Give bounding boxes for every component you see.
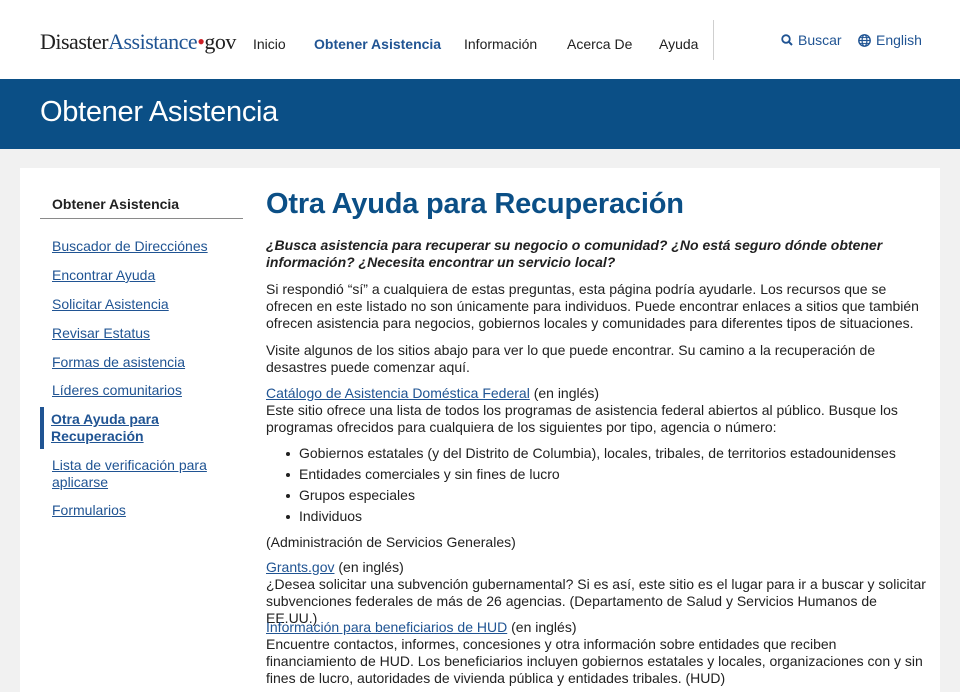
page-title: Otra Ayuda para Recuperación <box>266 188 684 220</box>
resource-lang: (en inglés) <box>334 559 404 575</box>
sidebar-item-solicitar[interactable]: Solicitar Asistencia <box>52 296 169 313</box>
logo-part-gov: gov <box>204 29 236 54</box>
sidebar-divider <box>40 218 243 219</box>
list-item: Grupos especiales <box>272 487 912 508</box>
sidebar-item-formularios[interactable]: Formularios <box>52 502 126 519</box>
sidebar-item-encontrar-ayuda[interactable]: Encontrar Ayuda <box>52 267 155 284</box>
sidebar-item-lideres[interactable]: Líderes comunitarios <box>52 382 182 399</box>
site-logo[interactable]: DisasterAssistance•gov <box>40 29 236 55</box>
nav-acerca-de[interactable]: Acerca De <box>567 36 632 52</box>
main-content: Otra Ayuda para Recuperación <box>266 186 926 222</box>
resource-link-cfda[interactable]: Catálogo de Asistencia Doméstica Federal <box>266 385 530 401</box>
nav-informacion[interactable]: Información <box>464 36 537 52</box>
sidebar-item-formas[interactable]: Formas de asistencia <box>52 354 185 371</box>
sidebar-item-buscador[interactable]: Buscador de Direcciónes <box>52 238 208 255</box>
nav-inicio[interactable]: Inicio <box>253 36 286 52</box>
logo-part-assistance: Assistance <box>108 29 198 54</box>
resource-grants: Grants.gov (en inglés) ¿Desea solicitar … <box>266 559 926 627</box>
nav-divider <box>713 20 714 60</box>
sidebar-active-indicator <box>40 407 44 449</box>
resource-source: (Administración de Servicios Generales) <box>266 534 516 550</box>
search-label: Buscar <box>798 32 842 48</box>
resource-hud: Información para beneficiarios de HUD (e… <box>266 619 926 687</box>
sidebar-title: Obtener Asistencia <box>52 196 180 212</box>
sidebar-item-label: aplicarse <box>52 474 109 490</box>
language-label: English <box>876 32 922 48</box>
resource-bullet-list: Gobiernos estatales (y del Distrito de C… <box>272 445 912 529</box>
nav-obtener-asistencia[interactable]: Obtener Asistencia <box>314 36 441 52</box>
site-header: DisasterAssistance•gov Inicio Obtener As… <box>0 0 960 79</box>
resource-link-hud[interactable]: Información para beneficiarios de HUD <box>266 619 507 635</box>
logo-part-disaster: Disaster <box>40 29 109 54</box>
resource-lang: (en inglés) <box>529 385 600 401</box>
resource-lang: (en inglés) <box>507 619 577 635</box>
sidebar-item-label: Lista de verificación para <box>52 457 207 473</box>
list-item: Entidades comerciales y sin fines de luc… <box>272 466 912 487</box>
sidebar-item-label: Otra Ayuda para <box>51 411 159 427</box>
list-item: Individuos <box>272 508 912 529</box>
search-button[interactable]: Buscar <box>781 32 842 48</box>
resource-cfda: Catálogo de Asistencia Doméstica Federal… <box>266 385 926 436</box>
page-banner: Obtener Asistencia <box>0 79 960 149</box>
globe-icon <box>858 33 871 47</box>
banner-title: Obtener Asistencia <box>40 96 279 128</box>
sidebar-item-otra-ayuda[interactable]: Otra Ayuda para Recuperación <box>51 411 159 445</box>
nav-ayuda[interactable]: Ayuda <box>659 36 698 52</box>
sidebar-item-label: Recuperación <box>51 428 144 444</box>
lead-question: ¿Busca asistencia para recuperar su nego… <box>266 237 883 270</box>
intro-paragraph-1: Si respondió “sí” a cualquiera de estas … <box>266 281 919 331</box>
resource-link-grants[interactable]: Grants.gov <box>266 559 334 575</box>
intro-paragraph-2: Visite algunos de los sitios abajo para … <box>266 342 876 375</box>
language-toggle[interactable]: English <box>858 32 922 48</box>
search-icon <box>781 34 793 46</box>
sidebar-item-lista-verificacion[interactable]: Lista de verificación para aplicarse <box>52 457 207 491</box>
resource-description: Este sitio ofrece una lista de todos los… <box>266 402 898 435</box>
resource-description: Encuentre contactos, informes, concesion… <box>266 636 923 686</box>
sidebar-item-revisar-estatus[interactable]: Revisar Estatus <box>52 325 150 342</box>
list-item: Gobiernos estatales (y del Distrito de C… <box>272 445 912 466</box>
